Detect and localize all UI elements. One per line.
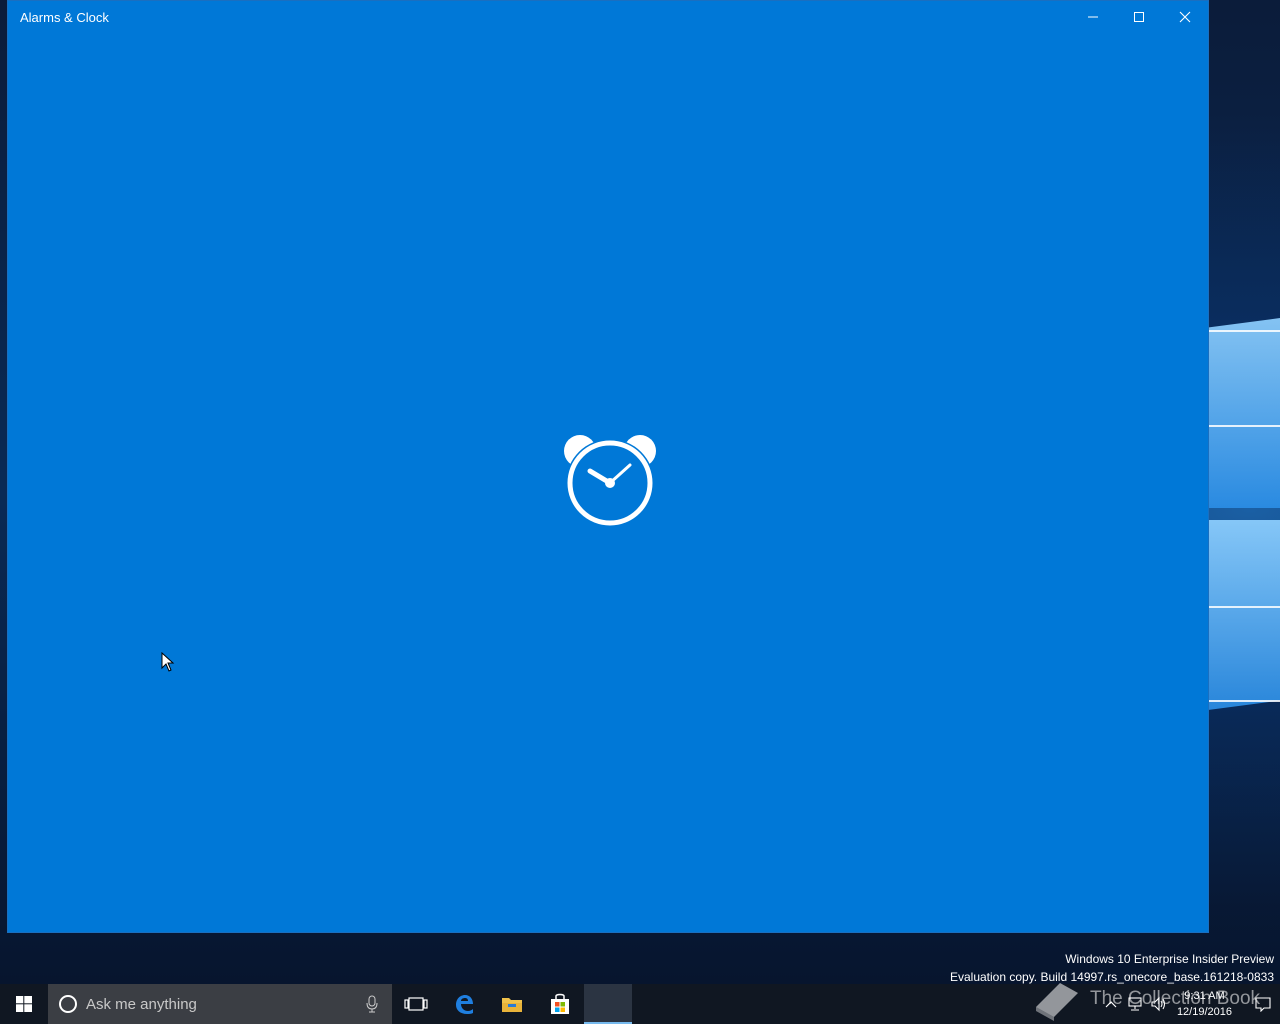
- volume-button[interactable]: [1147, 984, 1171, 1024]
- action-center-button[interactable]: [1246, 984, 1280, 1024]
- edge-button[interactable]: [440, 984, 488, 1024]
- volume-icon: [1151, 996, 1165, 1012]
- watermark-edition: Windows 10 Enterprise Insider Preview: [1065, 952, 1274, 966]
- store-icon: [551, 993, 569, 1014]
- search-box[interactable]: Ask me anything: [48, 984, 392, 1024]
- task-view-button[interactable]: [392, 984, 440, 1024]
- show-hidden-icons-button[interactable]: [1099, 984, 1123, 1024]
- maximize-icon: [1134, 12, 1144, 22]
- action-center-icon: [1255, 997, 1271, 1012]
- wallpaper-window-pane: [1208, 520, 1280, 710]
- wallpaper-window-pane: [1208, 318, 1280, 508]
- microphone-icon[interactable]: [366, 995, 378, 1013]
- start-button[interactable]: [0, 984, 48, 1024]
- minimize-icon: [1088, 16, 1098, 18]
- network-button[interactable]: [1123, 984, 1147, 1024]
- maximize-button[interactable]: [1116, 1, 1162, 33]
- chevron-up-icon: [1105, 1001, 1117, 1008]
- os-watermark: Windows 10 Enterprise Insider Preview Ev…: [950, 950, 1274, 986]
- store-button[interactable]: [536, 984, 584, 1024]
- wallpaper-light-beam: [1208, 425, 1280, 427]
- edge-icon: [456, 995, 473, 1014]
- search-placeholder: Ask me anything: [86, 995, 197, 1013]
- wallpaper-light-beam: [1208, 606, 1280, 608]
- network-icon: [1128, 997, 1142, 1011]
- app-window: Alarms & Clock: [7, 0, 1209, 933]
- taskbar: Ask me anything 9:31 AM 12/19/2016: [0, 984, 1280, 1024]
- file-explorer-button[interactable]: [488, 984, 536, 1024]
- mouse-cursor: [161, 652, 175, 672]
- alarm-clock-icon: [564, 435, 656, 527]
- task-view-icon: [404, 997, 428, 1011]
- taskbar-clock[interactable]: 9:31 AM 12/19/2016: [1177, 988, 1232, 1020]
- folder-icon: [502, 998, 522, 1012]
- close-icon: [1179, 11, 1191, 23]
- wallpaper-light-beam: [1208, 700, 1280, 702]
- wallpaper-light-beam: [1208, 330, 1280, 332]
- windows-logo-icon: [16, 996, 32, 1012]
- window-title: Alarms & Clock: [20, 9, 109, 25]
- clock-date: 12/19/2016: [1176, 1006, 1232, 1018]
- alarms-clock-taskbar-button[interactable]: [584, 984, 632, 1024]
- system-tray: 9:31 AM 12/19/2016: [1099, 984, 1280, 1024]
- cortana-icon: [59, 995, 77, 1013]
- clock-time: 9:31 AM: [1184, 990, 1225, 1002]
- title-bar[interactable]: Alarms & Clock: [8, 1, 1208, 33]
- minimize-button[interactable]: [1070, 1, 1116, 33]
- close-button[interactable]: [1162, 1, 1208, 33]
